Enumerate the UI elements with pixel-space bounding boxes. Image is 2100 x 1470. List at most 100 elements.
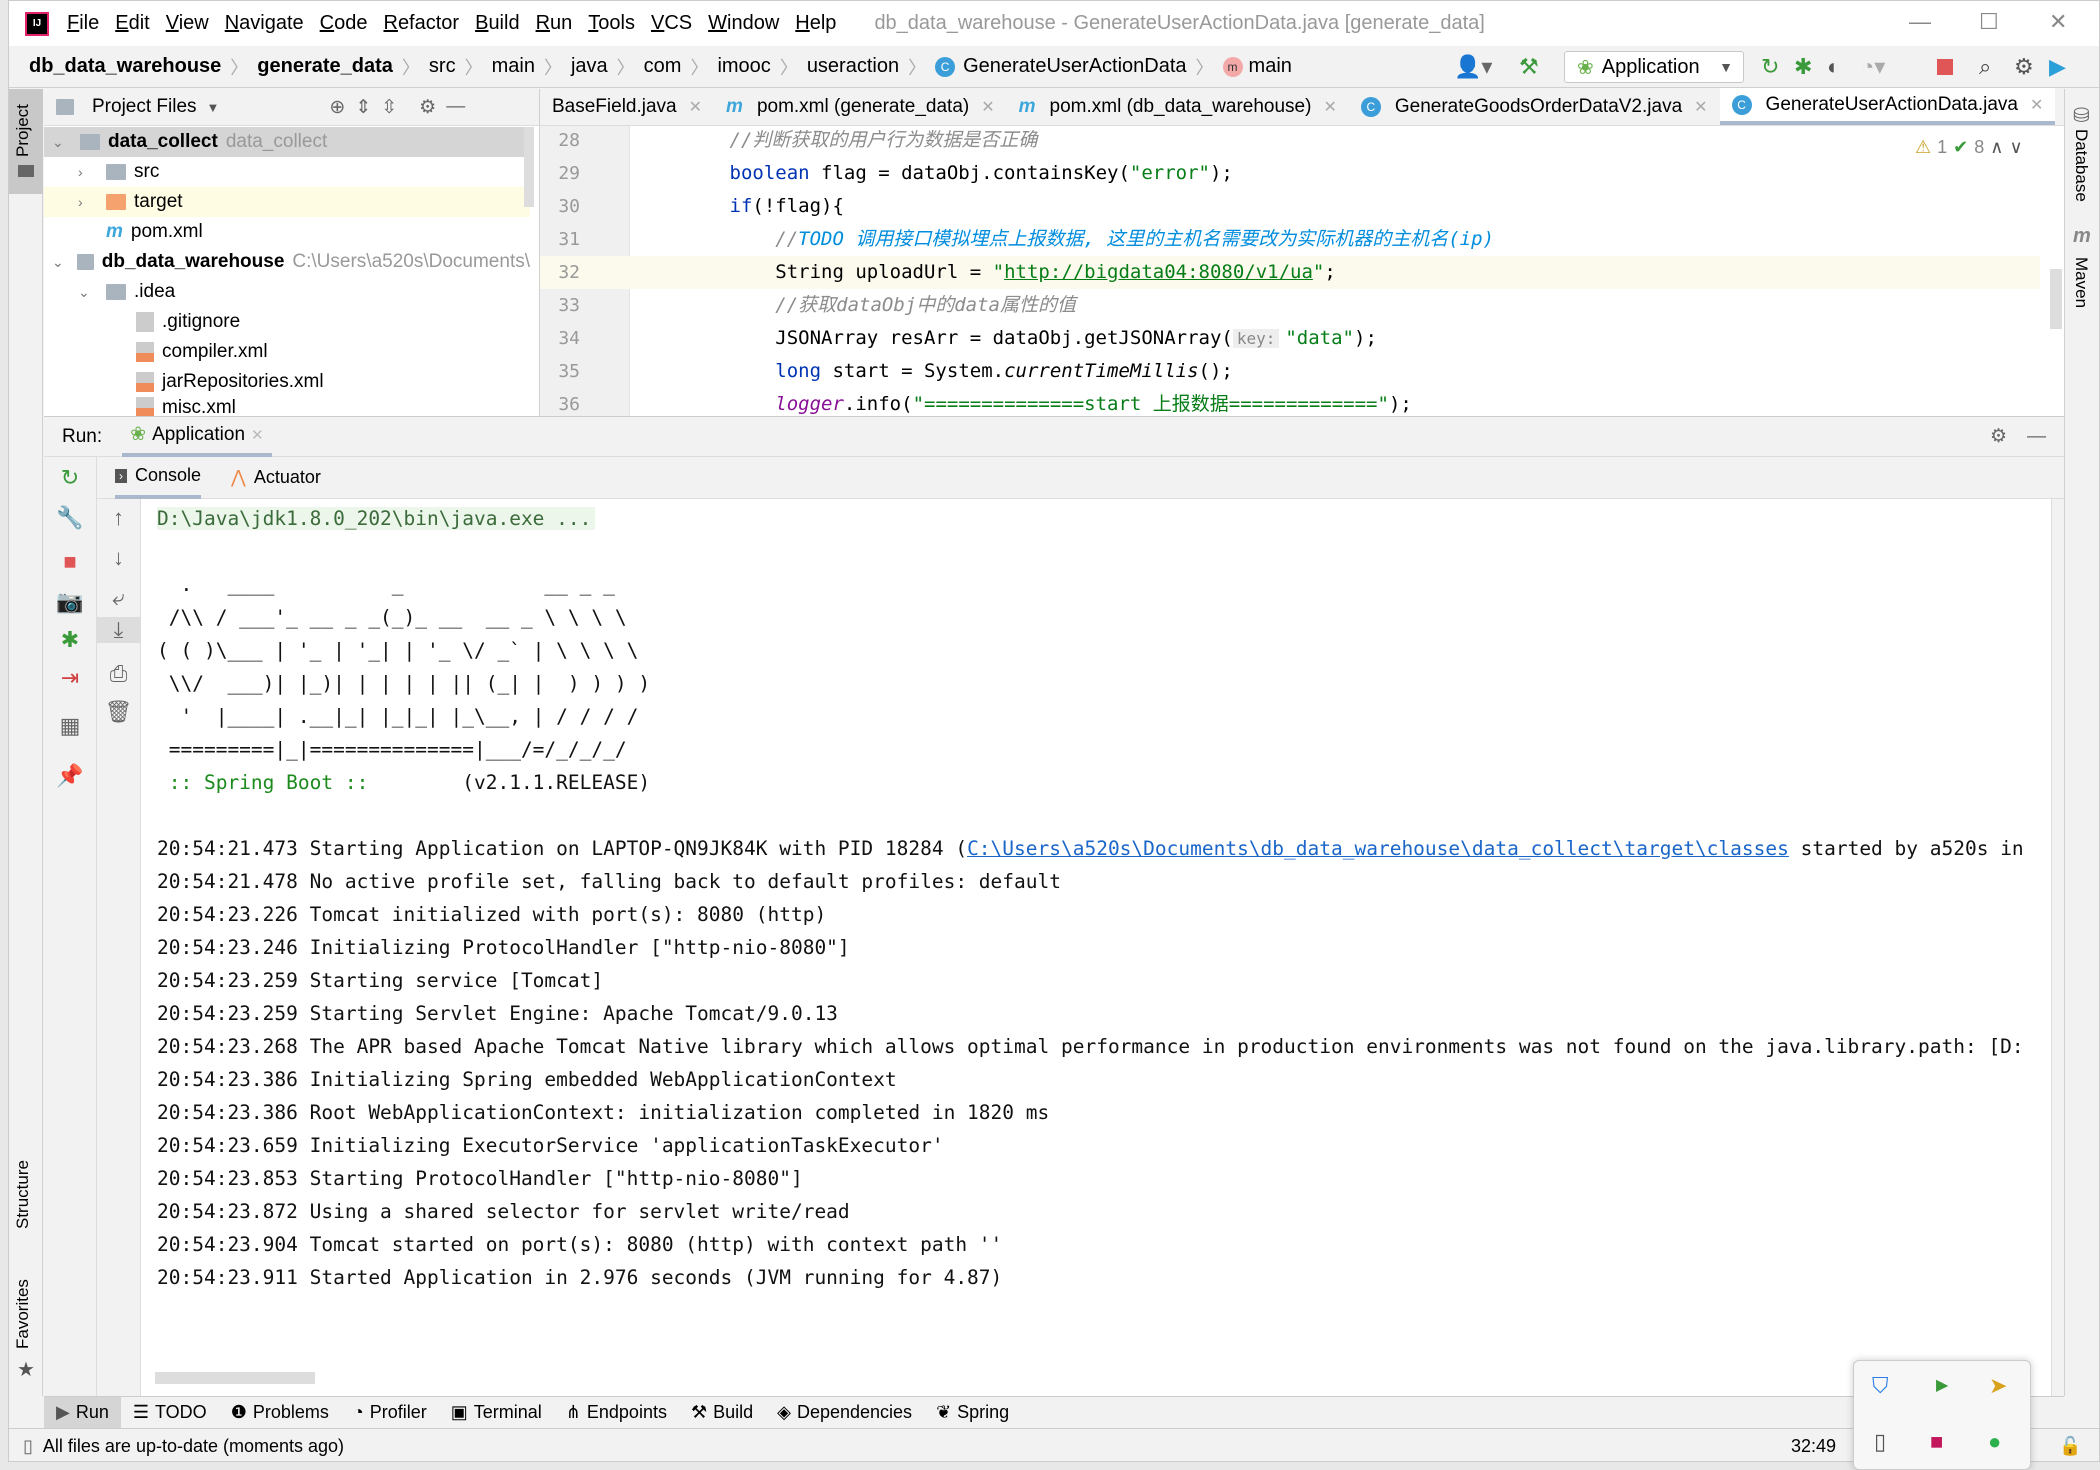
- breadcrumb-imooc[interactable]: imooc: [717, 55, 770, 78]
- tab-basefield[interactable]: BaseField.java ✕: [540, 88, 714, 125]
- code-line[interactable]: 35 long start = System.currentTimeMillis…: [540, 355, 2040, 388]
- chevron-up-icon[interactable]: ∧: [1990, 137, 2003, 158]
- close-icon[interactable]: ✕: [981, 97, 994, 117]
- arrow-down-icon[interactable]: ↓: [97, 545, 140, 571]
- trash-icon[interactable]: 🗑: [97, 699, 140, 725]
- cursor-position[interactable]: 32:49: [1791, 1436, 1836, 1457]
- menu-help[interactable]: Help: [795, 12, 836, 35]
- hide-panel-icon[interactable]: —: [446, 96, 465, 118]
- security-shield-icon[interactable]: ⛉: [1872, 1373, 1889, 1399]
- layout-icon[interactable]: ▦: [44, 713, 96, 739]
- breadcrumb-src[interactable]: src: [429, 55, 456, 78]
- camera-icon[interactable]: 📷: [44, 589, 96, 615]
- menu-tools[interactable]: Tools: [588, 12, 635, 35]
- tool-window-build[interactable]: ⚒ Build: [679, 1397, 765, 1429]
- coverage-icon[interactable]: ◐: [1827, 54, 1840, 80]
- tool-window-endpoints[interactable]: ⋔ Endpoints: [554, 1397, 679, 1429]
- favorites-tab[interactable]: Favorites: [13, 1279, 33, 1349]
- menu-build[interactable]: Build: [475, 12, 519, 35]
- code-line[interactable]: 28 //判断获取的用户行为数据是否正确: [540, 124, 2040, 157]
- tool-window-profiler[interactable]: ◔ Profiler: [341, 1397, 439, 1429]
- tab-generateuseractiondata[interactable]: C GenerateUserActionData.java ✕: [1719, 88, 2056, 125]
- menu-edit[interactable]: Edit: [115, 12, 149, 35]
- close-icon[interactable]: ✕: [2030, 95, 2043, 115]
- structure-tab[interactable]: Structure: [13, 1160, 33, 1229]
- tree-item-jarrepositories-xml[interactable]: jarRepositories.xml: [44, 367, 530, 397]
- pin-icon[interactable]: 📌: [44, 763, 96, 789]
- run-configuration-select[interactable]: ❀ Application ▼: [1564, 51, 1744, 83]
- code-line[interactable]: 31 //TODO 调用接口模拟埋点上报数据, 这里的主机名需要改为实际机器的主…: [540, 223, 2040, 256]
- console-horizontal-scrollbar[interactable]: [155, 1372, 315, 1384]
- breadcrumb-project[interactable]: db_data_warehouse: [29, 55, 221, 78]
- minimize-button[interactable]: —: [1909, 9, 1931, 35]
- toolbox-icon[interactable]: ▶: [2049, 54, 2066, 80]
- tree-item-idea[interactable]: ⌄ .idea: [44, 277, 530, 307]
- menu-view[interactable]: View: [166, 12, 209, 35]
- locate-icon[interactable]: ⊕: [329, 96, 345, 119]
- wechat-icon[interactable]: ●: [1988, 1429, 2001, 1455]
- soft-wrap-icon[interactable]: ⤶: [97, 585, 140, 611]
- tree-item-target[interactable]: › target: [44, 187, 530, 217]
- scroll-to-end-icon[interactable]: ⤓: [97, 617, 140, 643]
- project-view-select[interactable]: Project Files: [92, 96, 197, 118]
- close-icon[interactable]: ✕: [251, 426, 264, 444]
- tab-pom-db-data-warehouse[interactable]: m pom.xml (db_data_warehouse) ✕: [1007, 88, 1349, 125]
- menu-vcs[interactable]: VCS: [651, 12, 692, 35]
- tool-window-todo[interactable]: ☰ TODO: [121, 1397, 219, 1429]
- inspection-widget[interactable]: ⚠ 1 ✔ 8 ∧ ∨: [1915, 137, 2023, 158]
- maven-tab[interactable]: Maven: [2071, 257, 2091, 308]
- play-icon[interactable]: ▶: [1936, 1375, 1948, 1395]
- close-icon[interactable]: ✕: [689, 97, 702, 117]
- tree-item-pom[interactable]: m pom.xml: [44, 217, 530, 247]
- stop-icon[interactable]: [1937, 59, 1953, 75]
- editor-scrollbar[interactable]: [2050, 269, 2062, 329]
- user-icon[interactable]: 👤▾: [1454, 54, 1492, 80]
- code-line[interactable]: 30 if(!flag){: [540, 190, 2040, 223]
- run-tab-application[interactable]: ❀ Application ✕: [122, 417, 272, 457]
- code-line[interactable]: 34 JSONArray resArr = dataObj.getJSONArr…: [540, 322, 2040, 355]
- console-path-link[interactable]: C:\Users\a520s\Documents\db_data_warehou…: [967, 837, 1789, 860]
- menu-navigate[interactable]: Navigate: [225, 12, 304, 35]
- search-icon[interactable]: ⌕: [1979, 54, 1991, 80]
- tab-actuator[interactable]: ⋀ Actuator: [231, 457, 321, 499]
- intellij-tray-icon[interactable]: ■: [1930, 1429, 1943, 1455]
- project-tool-tab[interactable]: Project: [9, 89, 43, 194]
- gear-icon[interactable]: ⚙: [1990, 425, 2007, 448]
- breadcrumb-module[interactable]: generate_data: [257, 55, 393, 78]
- wrench-icon[interactable]: 🔧: [44, 505, 96, 531]
- tree-item-compiler-xml[interactable]: compiler.xml: [44, 337, 530, 367]
- tree-item-gitignore[interactable]: .gitignore: [44, 307, 530, 337]
- breadcrumb-method[interactable]: main: [1249, 55, 1292, 78]
- rerun-icon[interactable]: ↻: [44, 465, 96, 491]
- tree-item-src[interactable]: › src: [44, 157, 530, 187]
- pointer-icon[interactable]: ➤: [1989, 1373, 2007, 1399]
- tool-window-spring[interactable]: ❦ Spring: [924, 1397, 1021, 1429]
- hide-panel-icon[interactable]: —: [2027, 426, 2046, 448]
- chevron-down-icon[interactable]: ▼: [207, 100, 220, 115]
- lock-icon[interactable]: 🔓: [2059, 1436, 2081, 1457]
- tab-pom-generate-data[interactable]: m pom.xml (generate_data) ✕: [714, 88, 1007, 125]
- menu-refactor[interactable]: Refactor: [383, 12, 459, 35]
- close-icon[interactable]: ✕: [1694, 97, 1707, 117]
- tool-window-run[interactable]: ▶ Run: [44, 1396, 121, 1429]
- tool-window-terminal[interactable]: ▣ Terminal: [439, 1397, 554, 1429]
- close-window-button[interactable]: ✕: [2049, 9, 2067, 35]
- console-output[interactable]: D:\Java\jdk1.8.0_202\bin\java.exe ... . …: [141, 499, 2051, 1397]
- settings-gear-icon[interactable]: ⚙: [2014, 54, 2034, 80]
- menu-code[interactable]: Code: [320, 12, 368, 35]
- console-vertical-scrollbar[interactable]: [2051, 499, 2064, 1397]
- breadcrumb-useraction[interactable]: useraction: [807, 55, 899, 78]
- print-icon[interactable]: ⎙: [97, 661, 140, 687]
- exit-icon[interactable]: ⇥: [44, 665, 96, 691]
- collapse-all-icon[interactable]: ⇳: [381, 96, 397, 119]
- status-toggle-icon[interactable]: ▯: [23, 1436, 33, 1457]
- project-scrollbar[interactable]: [524, 127, 534, 207]
- tree-item-misc-xml[interactable]: misc.xml: [44, 397, 530, 416]
- chevron-down-icon[interactable]: ∨: [2009, 137, 2022, 158]
- arrow-up-icon[interactable]: ↑: [97, 505, 140, 531]
- tab-generategoodsorderdatav2[interactable]: C GenerateGoodsOrderDataV2.java ✕: [1349, 88, 1720, 125]
- menu-file[interactable]: File: [67, 12, 99, 35]
- maximize-button[interactable]: ☐: [1979, 9, 1999, 35]
- code-line[interactable]: 32 String uploadUrl = "http://bigdata04:…: [540, 256, 2040, 289]
- tree-item-data-collect[interactable]: ⌄ data_collect data_collect: [44, 127, 530, 157]
